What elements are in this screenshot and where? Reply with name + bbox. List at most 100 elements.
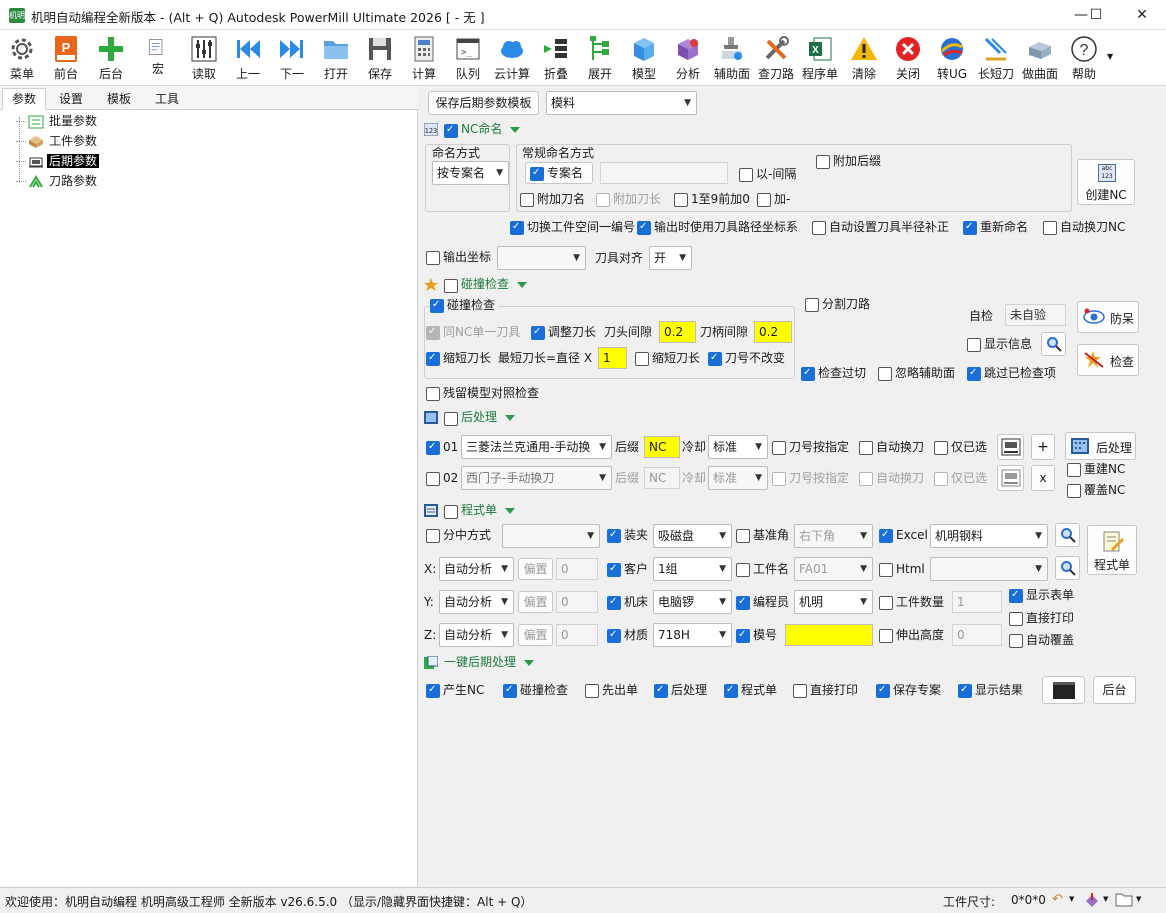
prefix-input[interactable] <box>600 162 728 184</box>
anti-stay-button[interactable]: 防呆 <box>1077 301 1139 333</box>
mold-number-checkbox[interactable]: 模号 <box>736 626 777 644</box>
part-name-select[interactable]: FA01 ▼ <box>794 557 873 581</box>
create-nc-button[interactable]: abc 123 创建NC <box>1077 159 1135 205</box>
material-select[interactable]: 718H ▼ <box>653 623 732 647</box>
post-row-2-processor-select[interactable]: 西门子-手动换刀 ▼ <box>461 466 612 490</box>
programmer-checkbox[interactable]: 编程员 <box>736 593 789 611</box>
foreground-button[interactable]: P 前台 <box>46 32 86 84</box>
auto-radius-comp-checkbox[interactable]: 自动设置刀具半径补正 <box>812 218 949 236</box>
shorten-length-checkbox[interactable]: 缩短刀长 <box>426 349 491 367</box>
read-button[interactable]: 读取 <box>184 32 224 84</box>
help-button[interactable]: ? 帮助 <box>1064 32 1104 84</box>
y-offset-input[interactable]: 0 <box>556 591 598 613</box>
analysis-button[interactable]: 分析 <box>668 32 708 84</box>
section-nc-naming[interactable]: 123 NC命名 <box>424 120 521 139</box>
open-button[interactable]: 打开 <box>316 32 356 84</box>
post-row-1-processor-select[interactable]: 三菱法兰克通用-手动换 ▼ <box>461 435 612 459</box>
direct-print-checkbox[interactable]: 直接打印 <box>1009 609 1074 627</box>
tool-dropdown-icon[interactable]: ▼ <box>1103 895 1108 903</box>
z-mode-select[interactable]: 自动分析 ▼ <box>439 623 514 647</box>
background-run-button[interactable]: 后台 <box>1093 676 1136 704</box>
save-post-template-button[interactable]: 保存后期参数模板 <box>428 91 539 115</box>
output-coords-select[interactable]: ▼ <box>497 246 586 270</box>
section-one-click-post[interactable]: 一键后期处理 <box>424 653 535 671</box>
excel-search-button[interactable] <box>1055 523 1080 547</box>
run-console-button[interactable] <box>1042 676 1085 704</box>
one-click-collision-checkbox[interactable]: 碰撞检查 <box>503 681 568 699</box>
part-quantity-checkbox[interactable]: 工件数量 <box>879 593 944 611</box>
next-button[interactable]: 下一 <box>272 32 312 84</box>
nc-naming-enable-checkbox[interactable] <box>444 121 458 139</box>
gen-nc-checkbox[interactable]: 产生NC <box>426 681 484 699</box>
folder-dropdown-icon[interactable]: ▼ <box>1136 895 1141 903</box>
show-result-checkbox[interactable]: 显示结果 <box>958 681 1023 699</box>
toolbar-overflow-icon[interactable]: ▼ <box>1107 52 1113 61</box>
shorten-length-2-checkbox[interactable]: 缩短刀长 <box>635 349 700 367</box>
x-offset-input[interactable]: 0 <box>556 558 598 580</box>
part-quantity-input[interactable]: 1 <box>952 591 1002 613</box>
html-search-button[interactable] <box>1055 556 1080 580</box>
part-name-checkbox[interactable]: 工件名 <box>736 560 789 578</box>
auto-overwrite-checkbox[interactable]: 自动覆盖 <box>1009 631 1074 649</box>
tree-item-workpiece-params[interactable]: 工件参数 <box>16 132 99 150</box>
post-row-2-coolant-select[interactable]: 标准 ▼ <box>708 466 768 490</box>
template-select[interactable]: 模料 ▼ <box>546 91 697 115</box>
overwrite-nc-checkbox[interactable]: 覆盖NC <box>1067 481 1125 499</box>
head-gap-input[interactable]: 0.2 <box>659 321 696 343</box>
section-program-sheet[interactable]: 程式单 <box>424 501 516 519</box>
tree-item-post-params[interactable]: 后期参数 <box>16 152 100 170</box>
adjust-length-checkbox[interactable]: 调整刀长 <box>531 323 596 341</box>
check-toolpath-button[interactable]: 查刀路 <box>756 32 796 84</box>
to-ug-button[interactable]: 转UG <box>932 32 972 84</box>
folder-status-icon[interactable] <box>1115 891 1133 909</box>
tab-settings[interactable]: 设置 <box>49 88 93 110</box>
html-checkbox[interactable]: Html <box>879 560 925 578</box>
min-length-input[interactable]: 1 <box>598 347 627 369</box>
menu-button[interactable]: 菜单 <box>2 32 42 84</box>
excel-template-select[interactable]: 机明钢料 ▼ <box>930 524 1048 548</box>
show-sheet-checkbox[interactable]: 显示表单 <box>1009 586 1074 604</box>
post-row-2-auto-change-checkbox[interactable]: 自动换刀 <box>859 469 924 487</box>
excel-checkbox[interactable]: Excel <box>879 526 928 544</box>
expand-button[interactable]: 展开 <box>580 32 620 84</box>
prefix-zero-checkbox[interactable]: 1至9前加0 <box>674 190 750 208</box>
rename-checkbox[interactable]: 重新命名 <box>963 218 1028 236</box>
ignore-aux-surface-checkbox[interactable]: 忽略辅助面 <box>878 364 955 382</box>
add-suffix-checkbox[interactable]: 附加后缀 <box>816 152 881 170</box>
program-sheet-button[interactable]: X 程序单 <box>800 32 840 84</box>
post-row-2-settings-button[interactable] <box>997 465 1024 491</box>
residual-model-checkbox[interactable]: 残留模型对照检查 <box>426 384 539 402</box>
rebuild-nc-checkbox[interactable]: 重建NC <box>1067 460 1125 478</box>
tool-align-select[interactable]: 开 ▼ <box>649 246 692 270</box>
output-coords-checkbox[interactable]: 输出坐标 <box>426 248 491 266</box>
z-offset-input[interactable]: 0 <box>556 624 598 646</box>
one-click-print-checkbox[interactable]: 直接打印 <box>793 681 858 699</box>
search-info-button[interactable] <box>1041 332 1066 356</box>
material-checkbox[interactable]: 材质 <box>607 626 648 644</box>
post-row-1-coolant-select[interactable]: 标准 ▼ <box>708 435 768 459</box>
program-sheet-button[interactable]: 程式单 <box>1087 525 1137 575</box>
project-name-toggle[interactable]: 专案名 <box>525 162 593 184</box>
switch-workspace-checkbox[interactable]: 切换工件空间一编号 <box>510 218 635 236</box>
overhang-input[interactable]: 0 <box>952 624 1002 646</box>
toolpath-coords-checkbox[interactable]: 输出时使用刀具路径坐标系 <box>637 218 798 236</box>
keep-tool-number-checkbox[interactable]: 刀号不改变 <box>708 349 785 367</box>
split-toolpath-checkbox[interactable]: 分割刀路 <box>805 295 870 313</box>
save-project-checkbox[interactable]: 保存专案 <box>876 681 941 699</box>
undo-icon[interactable]: ↶ <box>1052 892 1063 907</box>
z-offset-button[interactable]: 偏置 <box>518 624 553 646</box>
machine-checkbox[interactable]: 机床 <box>607 593 648 611</box>
post-row-1-only-selected-checkbox[interactable]: 仅已选 <box>934 438 987 456</box>
one-click-post-checkbox[interactable]: 后处理 <box>654 681 707 699</box>
sheet-first-checkbox[interactable]: 先出单 <box>585 681 638 699</box>
customer-checkbox[interactable]: 客户 <box>607 560 648 578</box>
tab-params[interactable]: 参数 <box>2 88 47 110</box>
aux-surface-button[interactable]: 辅助面 <box>712 32 752 84</box>
save-button[interactable]: 保存 <box>360 32 400 84</box>
customer-select[interactable]: 1组 ▼ <box>653 557 732 581</box>
clamp-checkbox[interactable]: 装夹 <box>607 526 648 544</box>
auto-tool-change-nc-checkbox[interactable]: 自动换刀NC <box>1043 218 1125 236</box>
model-button[interactable]: 模型 <box>624 32 664 84</box>
base-angle-checkbox[interactable]: 基准角 <box>736 526 789 544</box>
holder-gap-input[interactable]: 0.2 <box>754 321 792 343</box>
